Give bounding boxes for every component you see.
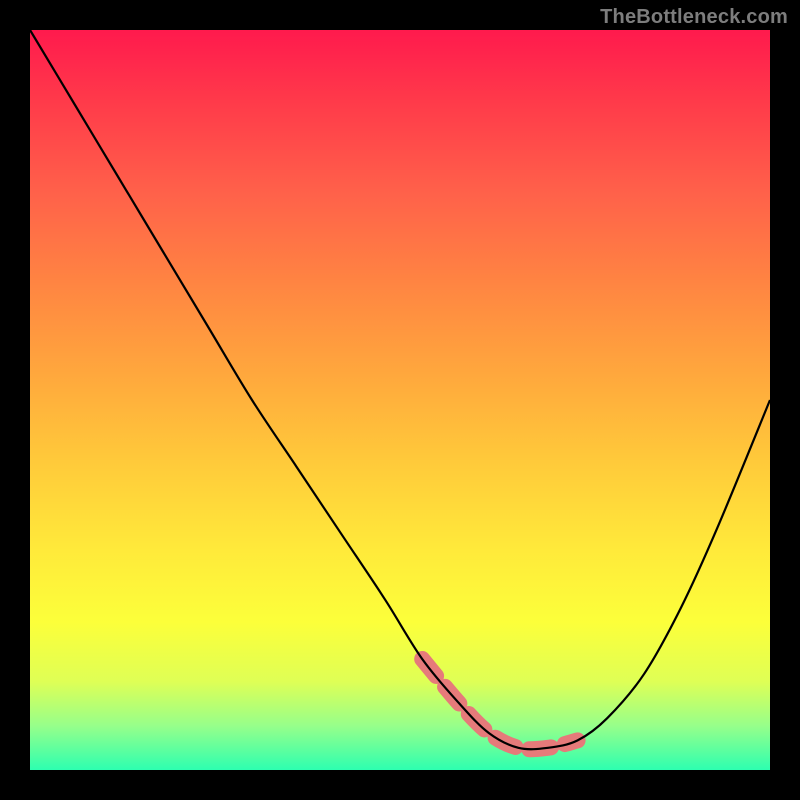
floor-marker bbox=[422, 659, 577, 749]
watermark-text: TheBottleneck.com bbox=[600, 6, 788, 29]
chart-svg bbox=[30, 30, 770, 770]
chart-plot-area bbox=[30, 30, 770, 770]
bottleneck-curve-line bbox=[30, 30, 770, 749]
